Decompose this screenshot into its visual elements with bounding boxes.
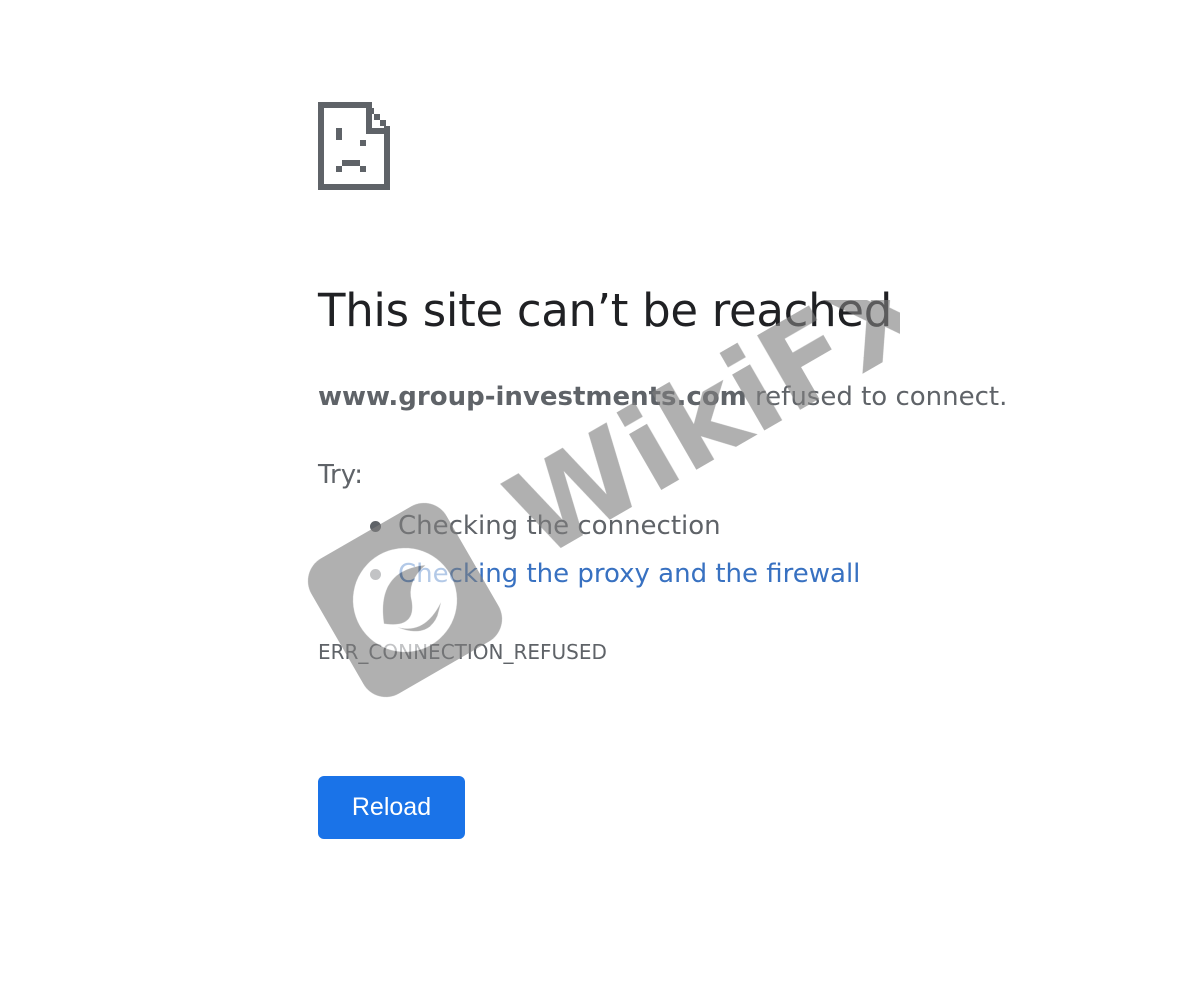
suggestion-item: Checking the proxy and the firewall <box>318 554 860 602</box>
sad-page-icon <box>318 102 390 190</box>
domain-name: www.group-investments.com <box>318 382 747 412</box>
error-message: www.group-investments.com refused to con… <box>318 382 1007 412</box>
bullet-icon <box>370 569 381 580</box>
reload-button[interactable]: Reload <box>318 776 465 839</box>
suggestion-list: Checking the connection Checking the pro… <box>318 506 860 602</box>
proxy-firewall-link[interactable]: Checking the proxy and the firewall <box>398 559 860 589</box>
bullet-icon <box>370 521 381 532</box>
page-title: This site can’t be reached <box>318 284 892 337</box>
try-label: Try: <box>318 460 364 490</box>
suggestion-check-connection: Checking the connection <box>398 511 721 541</box>
message-suffix: refused to connect. <box>746 382 1008 412</box>
error-code: ERR_CONNECTION_REFUSED <box>318 640 607 664</box>
suggestion-item: Checking the connection <box>318 506 860 554</box>
